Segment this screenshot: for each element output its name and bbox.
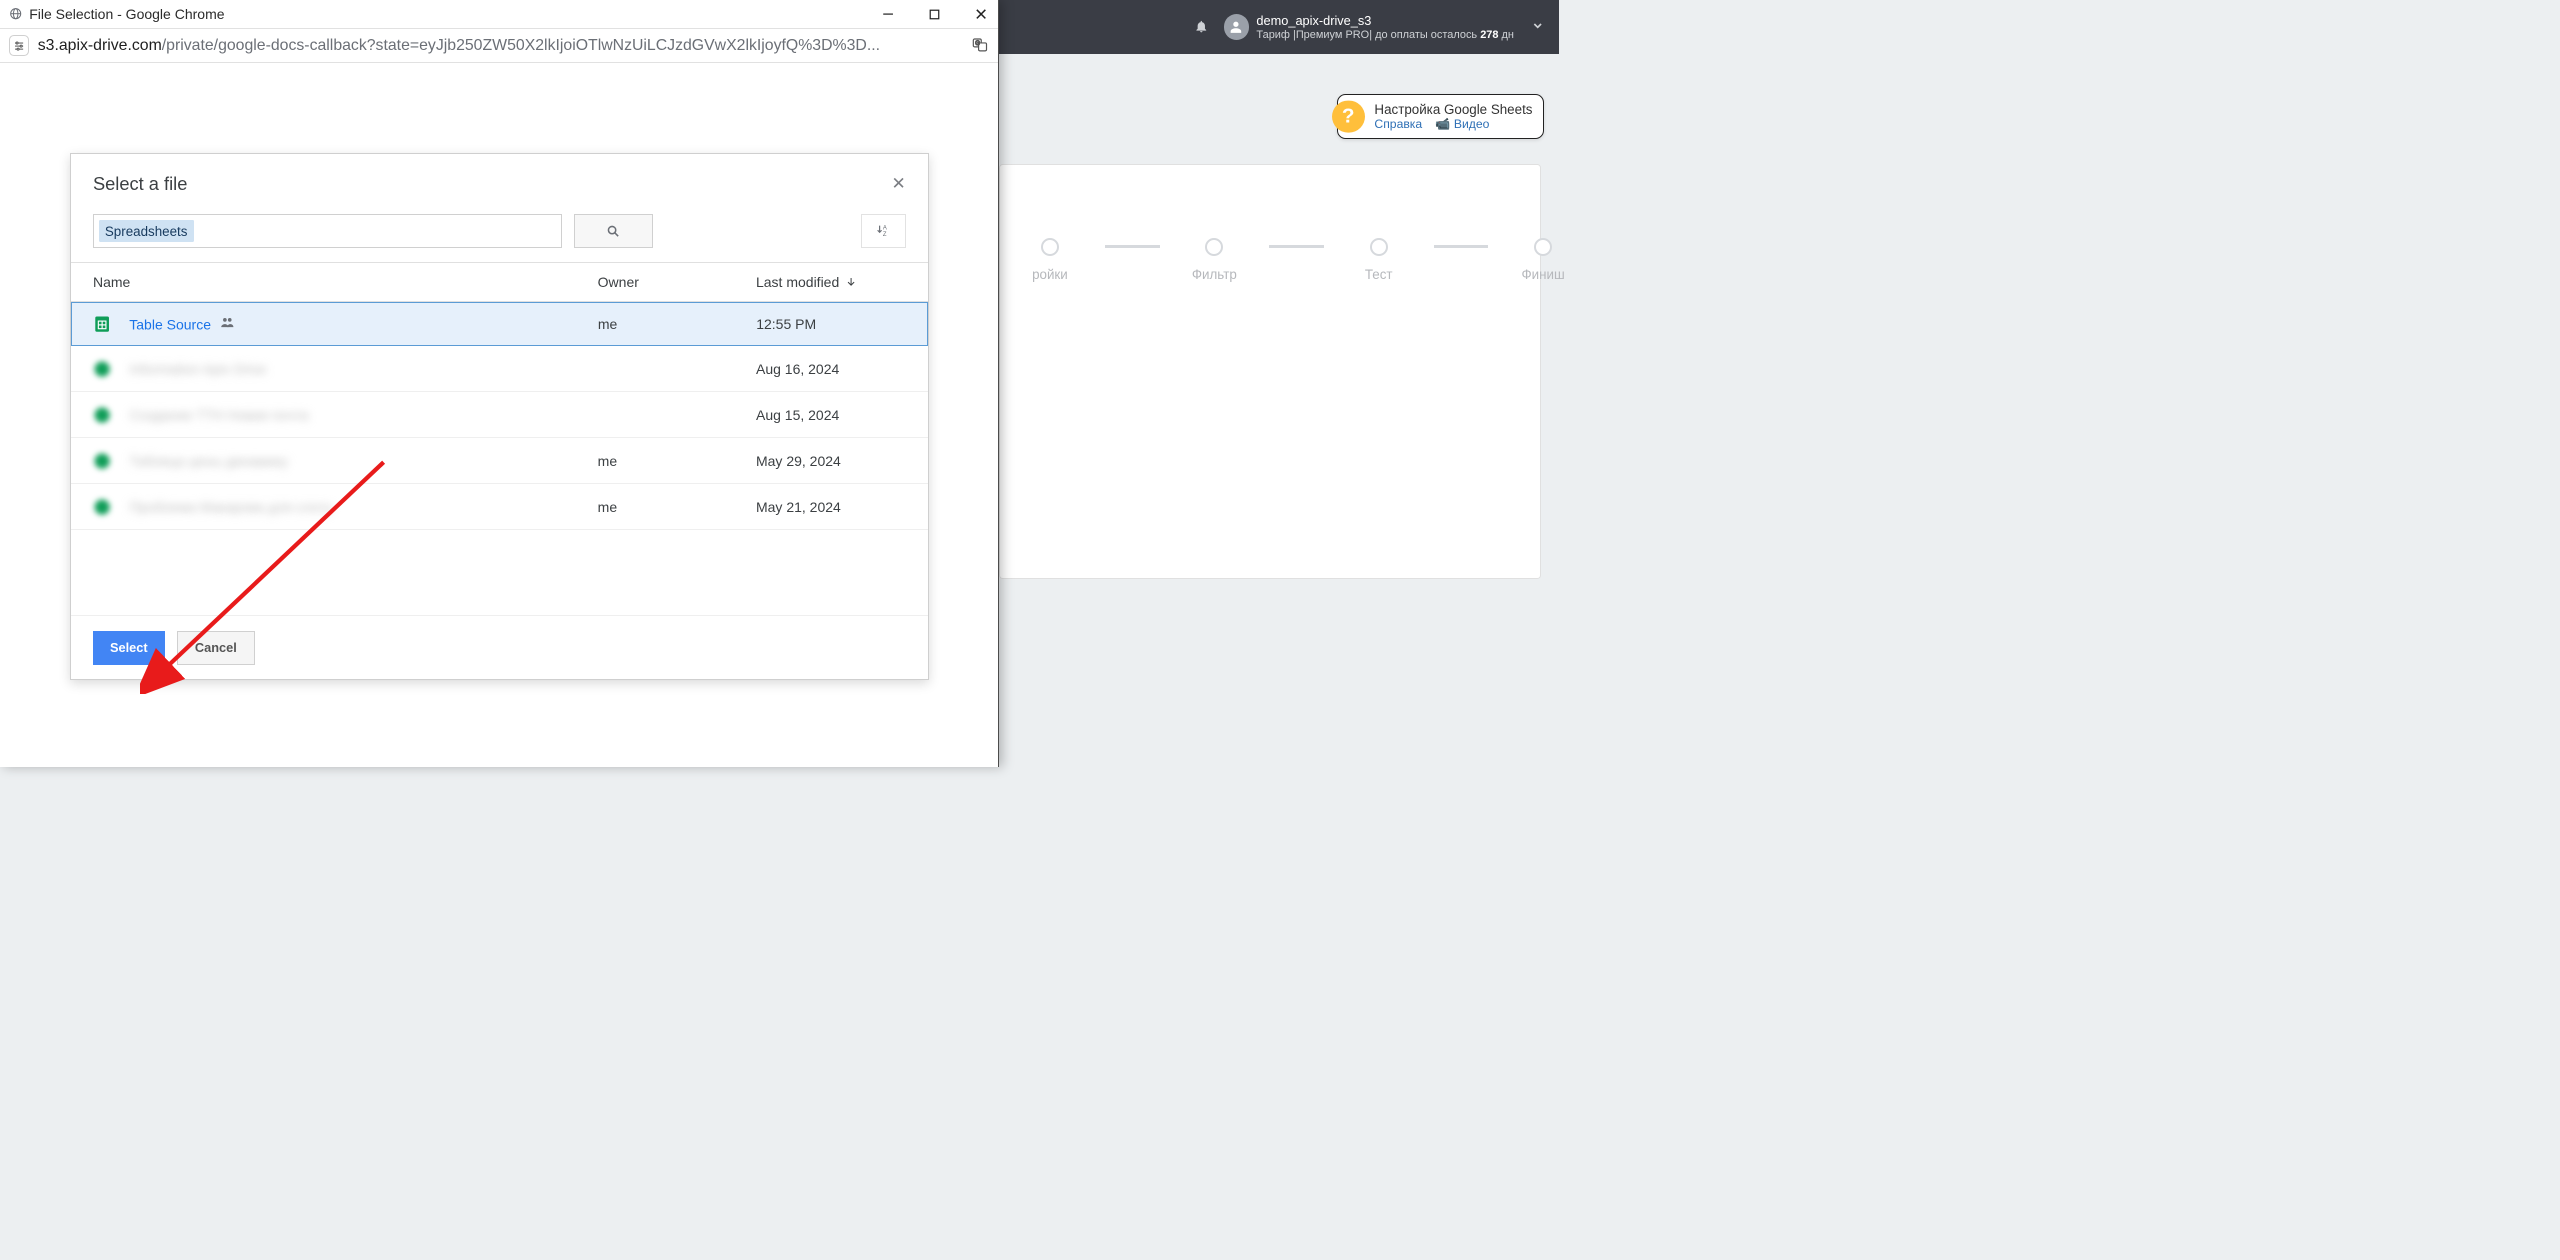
help-callout: ? Настройка Google Sheets Справка 📹 Виде… [1337, 94, 1545, 140]
chevron-down-icon[interactable] [1531, 19, 1544, 35]
filter-chip[interactable]: Spreadsheets [99, 220, 194, 242]
file-modified: 12:55 PM [756, 316, 906, 332]
address-bar: s3.apix-drive.com/private/google-docs-ca… [0, 29, 998, 63]
file-row[interactable]: Проблема Макарова для слотуmeMay 21, 202… [71, 484, 928, 530]
file-owner: me [598, 316, 756, 332]
step-label: Финиш [1522, 267, 1565, 282]
file-row[interactable]: Создание ТТН Новая почта Aug 15, 2024 [71, 392, 928, 438]
avatar[interactable] [1224, 14, 1250, 40]
arrow-down-icon [845, 276, 857, 288]
account-name[interactable]: demo_apix-drive_s3 [1256, 13, 1514, 28]
file-owner: me [598, 499, 756, 515]
video-icon: 📹 [1435, 117, 1450, 131]
sheets-icon [93, 315, 111, 333]
maximize-button[interactable] [926, 6, 943, 23]
file-modified: Aug 15, 2024 [756, 407, 906, 423]
col-owner[interactable]: Owner [598, 274, 756, 290]
svg-text:Z: Z [883, 232, 887, 238]
step-dot [1534, 238, 1552, 256]
file-name: Создание ТТН Новая почта [129, 407, 597, 423]
window-titlebar: File Selection - Google Chrome [0, 0, 998, 29]
step-dot [1205, 238, 1223, 256]
help-title: Настройка Google Sheets [1374, 102, 1532, 117]
col-name[interactable]: Name [93, 274, 598, 290]
file-name: Table Source [129, 315, 598, 333]
url-text[interactable]: s3.apix-drive.com/private/google-docs-ca… [38, 37, 964, 55]
stepper: ройки Фильтр Тест Финиш [995, 238, 1598, 282]
col-modified[interactable]: Last modified [756, 274, 906, 290]
close-icon[interactable]: ✕ [892, 174, 906, 194]
shared-icon [220, 317, 235, 333]
step-label: Фильтр [1192, 267, 1237, 282]
step-label: Тест [1365, 267, 1393, 282]
sheets-icon [93, 452, 111, 470]
file-name: Information Apix Drive [129, 361, 597, 377]
minimize-button[interactable] [880, 6, 897, 23]
help-link-docs[interactable]: Справка [1374, 117, 1422, 131]
file-row[interactable]: Table Sourceme12:55 PM [71, 302, 928, 347]
file-row[interactable]: Information Apix Drive Aug 16, 2024 [71, 346, 928, 392]
search-input[interactable]: Spreadsheets [93, 214, 562, 248]
window-title: File Selection - Google Chrome [29, 6, 850, 22]
step-dot [1370, 238, 1388, 256]
help-icon[interactable]: ? [1332, 100, 1365, 133]
sheets-icon [93, 360, 111, 378]
close-window-button[interactable] [972, 6, 989, 23]
svg-text:G: G [975, 41, 980, 47]
sort-button[interactable]: AZ [861, 214, 906, 248]
svg-text:A: A [883, 226, 887, 232]
select-button[interactable]: Select [93, 631, 165, 665]
file-modified: Aug 16, 2024 [756, 361, 906, 377]
step-dot [1041, 238, 1059, 256]
help-link-video[interactable]: Видео [1454, 117, 1490, 131]
google-file-picker: Select a file ✕ Spreadsheets AZ Name Own… [70, 153, 929, 680]
picker-title: Select a file [93, 173, 892, 195]
table-header: Name Owner Last modified [71, 263, 928, 302]
file-owner: me [598, 453, 756, 469]
file-name: Проблема Макарова для слоту [129, 499, 597, 515]
chrome-popup-window: File Selection - Google Chrome s3.apix-d… [0, 0, 999, 767]
cancel-button[interactable]: Cancel [177, 631, 255, 665]
tariff-info: Тариф |Премиум PRO| до оплаты осталось 2… [1256, 29, 1514, 41]
search-button[interactable] [574, 214, 653, 248]
file-modified: May 29, 2024 [756, 453, 906, 469]
sheets-icon [93, 406, 111, 424]
bell-icon[interactable] [1194, 19, 1209, 34]
translate-icon[interactable]: G [972, 37, 989, 54]
sheets-icon [93, 498, 111, 516]
file-name: Таблица цены динамику [129, 453, 597, 469]
settings-card [999, 164, 1541, 578]
site-settings-icon[interactable] [9, 35, 30, 56]
file-modified: May 21, 2024 [756, 499, 906, 515]
file-row[interactable]: Таблица цены динамикуmeMay 29, 2024 [71, 438, 928, 484]
globe-icon [9, 7, 22, 20]
step-label: ройки [1032, 267, 1068, 282]
